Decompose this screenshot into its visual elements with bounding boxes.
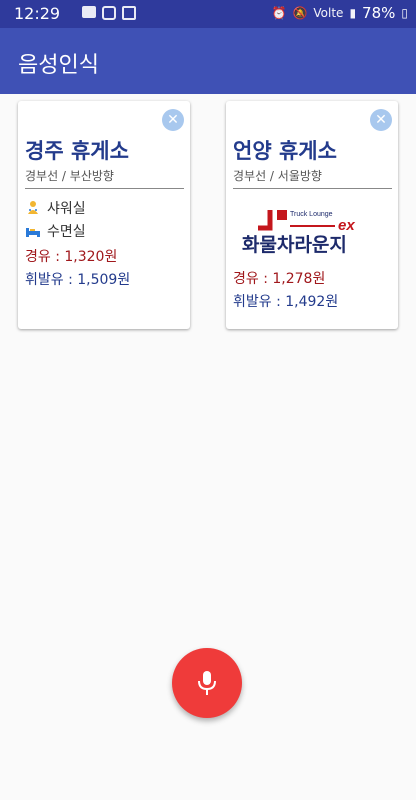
diesel-price: 경유 : 1,278원 (233, 271, 326, 287)
rest-area-route: 경부선 / 서울방향 (233, 169, 322, 183)
gasoline-price: 휘발유 : 1,492원 (233, 294, 339, 310)
app-icon (122, 6, 136, 20)
rest-area-route: 경부선 / 부산방향 (25, 169, 114, 183)
gasoline-price: 휘발유 : 1,509원 (25, 272, 131, 288)
signal-icon: ▮ (349, 6, 357, 20)
diesel-price: 경유 : 1,320원 (25, 249, 118, 265)
shower-icon (28, 201, 38, 214)
logo-brand: ex (338, 217, 355, 234)
mute-icon: 🔕 (292, 6, 308, 20)
page-title: 음성인식 (18, 53, 99, 78)
bed-icon (26, 228, 40, 237)
facility-sleep: 수면실 (25, 221, 86, 241)
facility-shower: 샤워실 (25, 198, 86, 218)
voice-input-button[interactable] (172, 648, 242, 718)
divider (233, 188, 392, 189)
rest-area-card[interactable]: ✕ 경주 휴게소 경부선 / 부산방향 샤워실 수면실 경유 : 1,320원 … (18, 101, 190, 329)
divider (25, 188, 184, 189)
status-time: 12:29 (14, 4, 61, 23)
truck-lounge-logo: Truck Lounge ex 화물차라운지 (242, 210, 355, 254)
battery-icon: ▯ (401, 6, 408, 20)
status-bar: 12:29 ⏰ 🔕 Volte ▮ 78% ▯ (0, 0, 416, 28)
network-label: Volte (313, 6, 344, 20)
notification-icons (82, 6, 136, 20)
battery-level: 78% (362, 4, 396, 22)
message-icon (102, 6, 116, 20)
rest-area-card[interactable]: ✕ 언양 휴게소 경부선 / 서울방향 Truck Lounge ex 화물차라… (226, 101, 398, 329)
facility-label: 샤워실 (47, 201, 86, 217)
close-icon[interactable]: ✕ (370, 109, 392, 131)
status-right: ⏰ 🔕 Volte ▮ 78% ▯ (271, 4, 408, 22)
close-icon[interactable]: ✕ (162, 109, 184, 131)
facility-label: 수면실 (47, 224, 86, 240)
image-icon (82, 6, 96, 18)
logo-subtitle: Truck Lounge (290, 211, 333, 218)
microphone-icon (198, 671, 216, 695)
rest-area-name: 경주 휴게소 (25, 139, 129, 163)
app-bar: 음성인식 (0, 28, 416, 94)
logo-main: 화물차라운지 (242, 234, 347, 254)
rest-area-name: 언양 휴게소 (233, 139, 337, 163)
alarm-icon: ⏰ (271, 6, 287, 20)
